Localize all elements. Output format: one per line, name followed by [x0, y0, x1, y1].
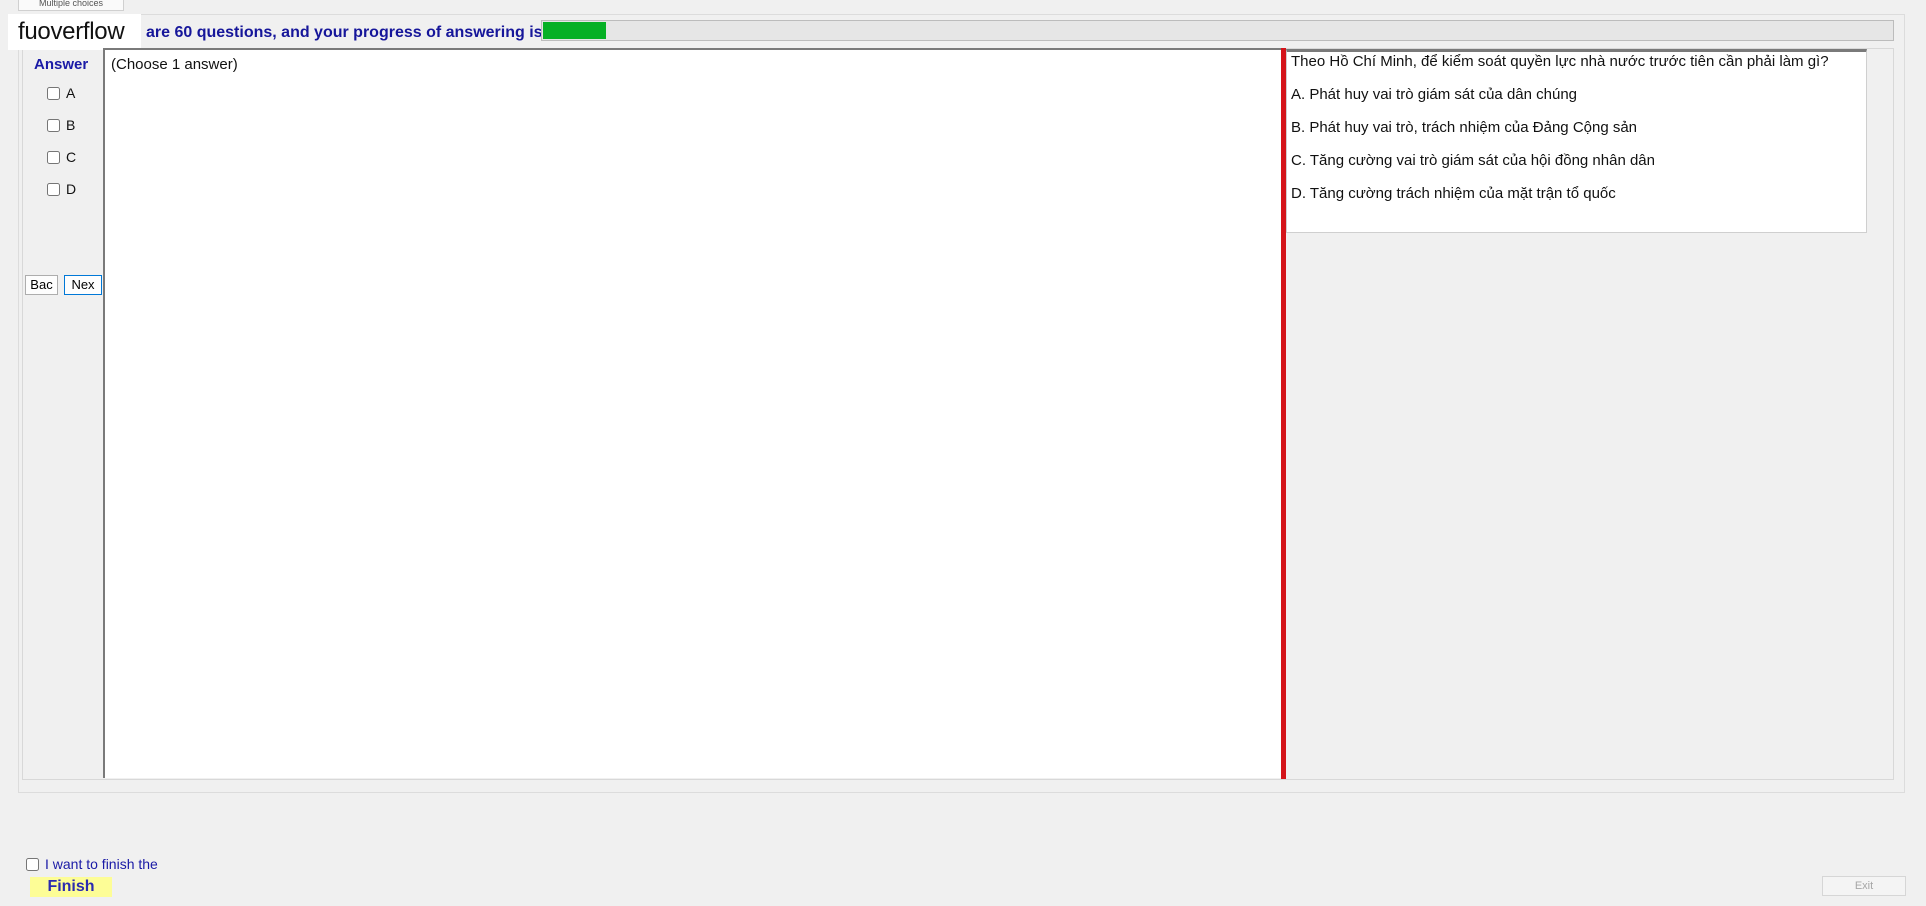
- option-c-checkbox[interactable]: [47, 150, 60, 164]
- choose-note: (Choose 1 answer): [111, 56, 238, 73]
- next-button[interactable]: Nex: [64, 275, 102, 295]
- question-choice-d: D. Tăng cường trách nhiệm của mặt trận t…: [1291, 185, 1616, 202]
- logo: fuoverflow: [8, 14, 141, 50]
- progress-status-text: are 60 questions, and your progress of a…: [146, 24, 543, 41]
- question-choice-a: A. Phát huy vai trò giám sát của dân chú…: [1291, 86, 1578, 103]
- back-button[interactable]: Bac: [25, 275, 58, 295]
- option-a-label: A: [66, 85, 76, 101]
- answer-text-area[interactable]: [103, 48, 1283, 778]
- option-a-checkbox[interactable]: [47, 86, 60, 100]
- progress-bar: [541, 20, 1894, 41]
- option-d-label: D: [66, 181, 77, 197]
- progress-bar-fill: [543, 22, 607, 39]
- tab-multiple-choices[interactable]: Multiple choices: [18, 0, 124, 11]
- option-d-checkbox[interactable]: [47, 182, 60, 196]
- option-b-checkbox[interactable]: [47, 118, 60, 132]
- exit-button[interactable]: Exit: [1822, 876, 1906, 896]
- question-choice-c: C. Tăng cường vai trò giám sát của hội đ…: [1291, 152, 1655, 169]
- answer-title: Answer: [34, 56, 89, 73]
- question-panel: [1286, 49, 1867, 233]
- option-c[interactable]: C: [47, 149, 76, 165]
- finish-button[interactable]: Finish: [30, 877, 112, 897]
- option-c-label: C: [66, 149, 77, 165]
- option-d[interactable]: D: [47, 181, 76, 197]
- finish-confirm-checkbox[interactable]: I want to finish the: [26, 855, 158, 873]
- option-a[interactable]: A: [47, 85, 75, 101]
- option-b-label: B: [66, 117, 76, 133]
- option-b[interactable]: B: [47, 117, 75, 133]
- finish-confirm-box[interactable]: [26, 857, 39, 871]
- question-text: Theo Hồ Chí Minh, để kiểm soát quyền lực…: [1291, 53, 1829, 70]
- finish-confirm-label: I want to finish the: [45, 856, 158, 872]
- question-choice-b: B. Phát huy vai trò, trách nhiệm của Đản…: [1291, 119, 1638, 136]
